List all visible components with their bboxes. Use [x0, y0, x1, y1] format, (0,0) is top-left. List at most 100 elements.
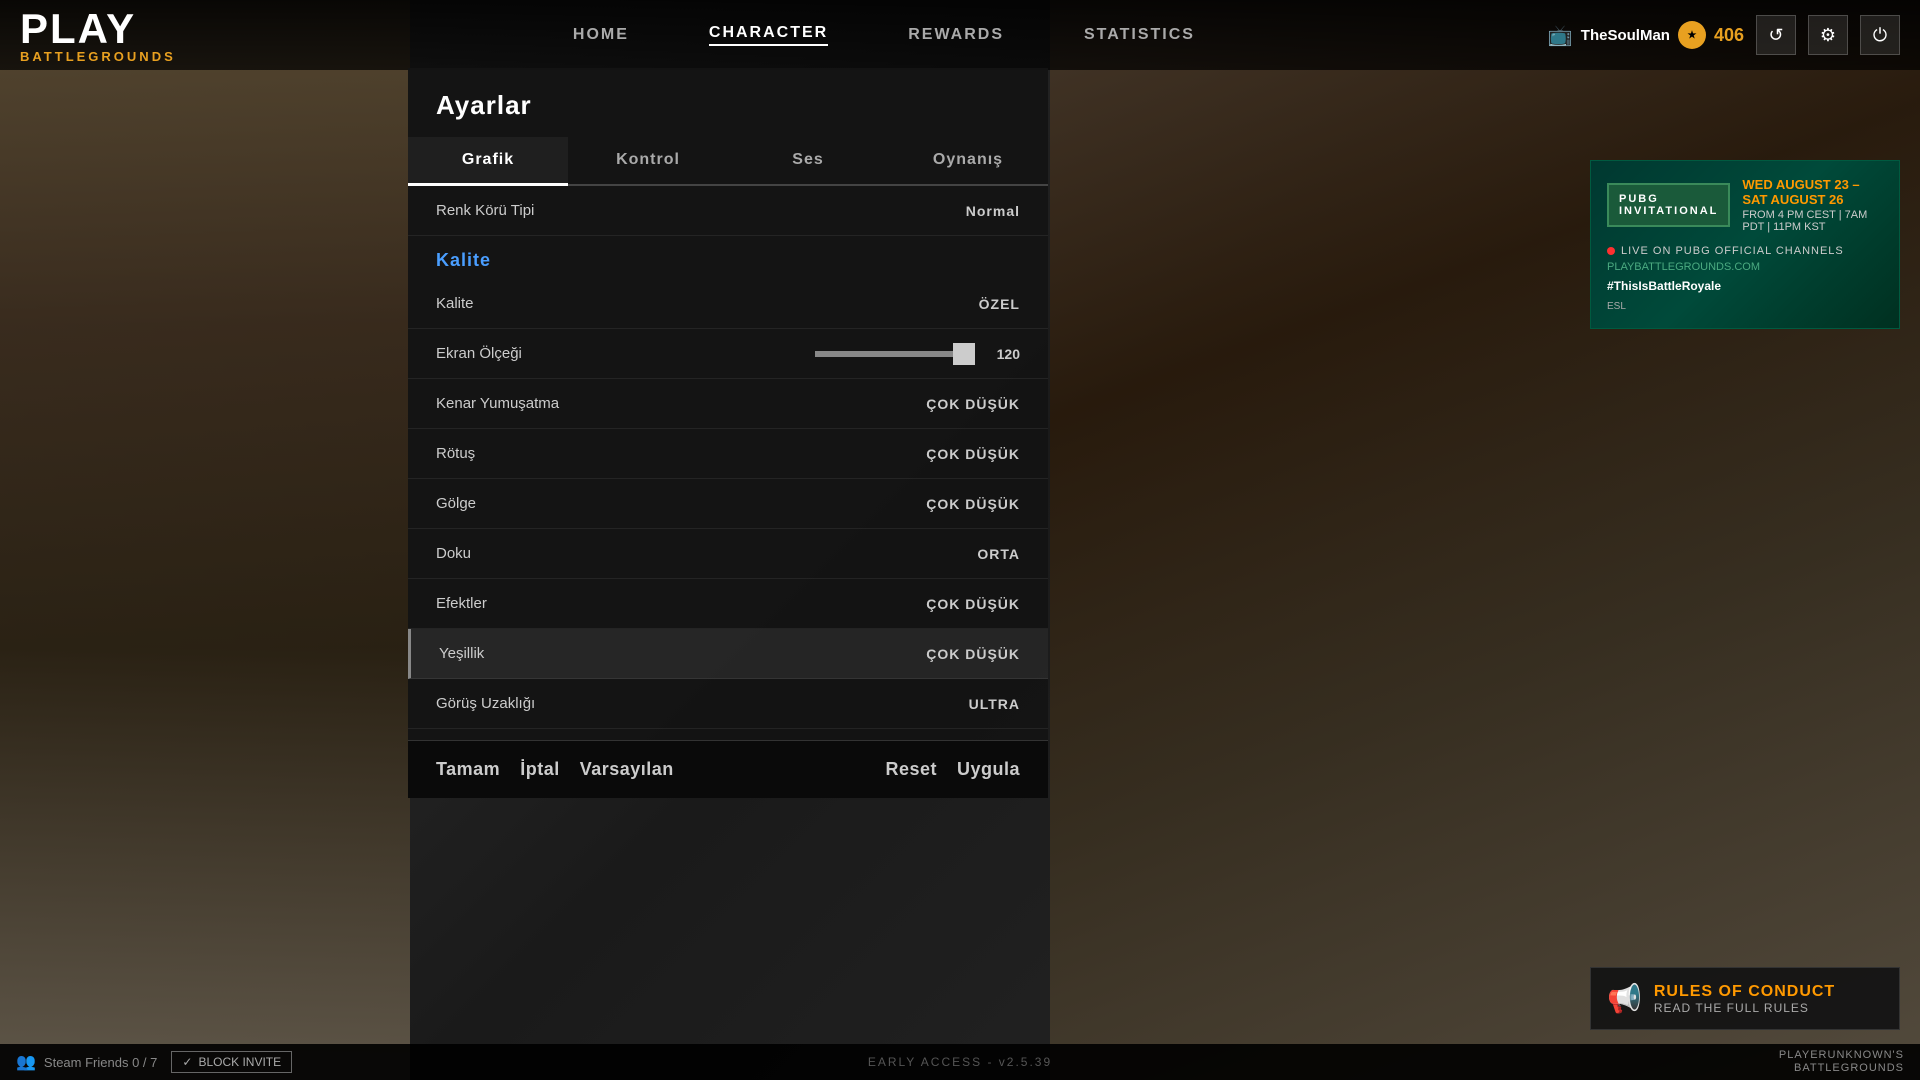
bp-icon: ★ — [1687, 30, 1696, 41]
power-icon: ⏻ — [1873, 25, 1887, 46]
block-invite-button[interactable]: ✓ BLOCK INVITE — [171, 1051, 292, 1073]
efektler-row: Efektler ÇOK DÜŞÜK — [408, 579, 1048, 629]
inv-live: LIVE ON PUBG OFFICIAL CHANNELS — [1607, 245, 1883, 257]
settings-title: Ayarlar — [408, 68, 1048, 137]
footer-left: Tamam İptal Varsayılan — [436, 759, 674, 780]
settings-panel: Ayarlar Grafik Kontrol Ses Oynanış Renk … — [408, 68, 1048, 798]
golge-row: Gölge ÇOK DÜŞÜK — [408, 479, 1048, 529]
doku-row: Doku ORTA — [408, 529, 1048, 579]
settings-tabs: Grafik Kontrol Ses Oynanış — [408, 137, 1048, 186]
renk-koru-row: Renk Körü Tipi Normal — [408, 186, 1048, 236]
inv-hashtag: #ThisIsBattleRoyale — [1607, 279, 1883, 293]
tab-grafik[interactable]: Grafik — [408, 137, 568, 186]
gorus-uzakligi-value[interactable]: ULTRA — [900, 696, 1020, 712]
checkmark-icon: ✓ — [182, 1055, 192, 1069]
efektler-value[interactable]: ÇOK DÜŞÜK — [900, 596, 1020, 612]
settings-content[interactable]: Renk Körü Tipi Normal Kalite Kalite ÖZEL… — [408, 186, 1048, 740]
rules-subtitle: READ THE FULL RULES — [1654, 1001, 1883, 1015]
logo-sub: BATTLEGROUNDS — [20, 50, 220, 63]
esl-badge: ESL — [1607, 301, 1883, 312]
hareket-izi-row: Hareket İzi — [408, 729, 1048, 740]
nav-rewards[interactable]: REWARDS — [908, 26, 1004, 44]
inv-date: WED AUGUST 23 – SAT AUGUST 26 — [1742, 177, 1883, 207]
yesillik-label: Yeşillik — [439, 645, 900, 662]
inv-details: WED AUGUST 23 – SAT AUGUST 26 FROM 4 PM … — [1742, 177, 1883, 233]
kalite-value[interactable]: ÖZEL — [900, 296, 1020, 312]
bp-badge: ★ — [1678, 21, 1706, 49]
power-button[interactable]: ⏻ — [1860, 15, 1900, 55]
slider-track — [815, 351, 975, 357]
nav-character[interactable]: CHARACTER — [709, 24, 828, 46]
tab-oynanis[interactable]: Oynanış — [888, 137, 1048, 186]
efektler-label: Efektler — [436, 595, 900, 612]
refresh-icon: ↺ — [1768, 25, 1783, 46]
version-text: EARLY ACCESS - v2.5.39 — [868, 1055, 1052, 1069]
kenar-yumusatma-value[interactable]: ÇOK DÜŞÜK — [900, 396, 1020, 412]
gear-icon: ⚙ — [1820, 25, 1836, 46]
doku-value[interactable]: ORTA — [900, 546, 1020, 562]
logo-area: PLAY BATTLEGROUNDS — [0, 8, 220, 63]
ekran-olcegi-value: 120 — [985, 346, 1020, 362]
settings-footer: Tamam İptal Varsayılan Reset Uygula — [408, 740, 1048, 798]
gorus-uzakligi-label: Görüş Uzaklığı — [436, 695, 900, 712]
kenar-yumusatma-row: Kenar Yumuşatma ÇOK DÜŞÜK — [408, 379, 1048, 429]
yesillik-row: Yeşillik ÇOK DÜŞÜK — [408, 629, 1048, 679]
ekran-olcegi-slider[interactable]: 120 — [815, 346, 1020, 362]
nav-statistics[interactable]: STATISTICS — [1084, 26, 1195, 44]
friends-icon: 👥 — [16, 1052, 36, 1072]
inv-live-text: LIVE ON PUBG OFFICIAL CHANNELS — [1621, 245, 1844, 257]
topbar: PLAY BATTLEGROUNDS HOME CHARACTER REWARD… — [0, 0, 1920, 70]
battlegrounds-logo-bottom: PLAYERUNKNOWN'SBATTLEGROUNDS — [1779, 1049, 1904, 1075]
bp-count: 406 — [1714, 25, 1744, 46]
golge-label: Gölge — [436, 495, 900, 512]
varsayilan-button[interactable]: Varsayılan — [580, 759, 674, 780]
esl-text: ESL — [1607, 301, 1626, 312]
right-panel: PUBGINVITATIONAL WED AUGUST 23 – SAT AUG… — [1590, 160, 1900, 345]
renk-koru-label: Renk Körü Tipi — [436, 202, 900, 219]
logo-play: PLAY — [20, 8, 220, 50]
bottom-logo-text: PLAYERUNKNOWN'SBATTLEGROUNDS — [1779, 1049, 1904, 1075]
slider-thumb — [953, 343, 975, 365]
pubg-inv-logo: PUBGINVITATIONAL — [1607, 183, 1730, 227]
inv-header: PUBGINVITATIONAL WED AUGUST 23 – SAT AUG… — [1607, 177, 1883, 233]
rules-text: RULES OF CONDUCT READ THE FULL RULES — [1654, 983, 1883, 1015]
block-invite-label: BLOCK INVITE — [198, 1055, 281, 1069]
nav-right: 📺 TheSoulMan ★ 406 ↺ ⚙ ⏻ — [1548, 15, 1920, 55]
kalite-section-header: Kalite — [408, 236, 1048, 279]
megaphone-icon: 📢 — [1607, 982, 1642, 1015]
rules-title: RULES OF CONDUCT — [1654, 983, 1883, 1001]
bottom-bar: 👥 Steam Friends 0 / 7 ✓ BLOCK INVITE EAR… — [0, 1044, 1920, 1080]
pubg-inv-text: PUBGINVITATIONAL — [1619, 193, 1718, 217]
reset-button[interactable]: Reset — [885, 759, 937, 780]
rules-banner[interactable]: 📢 RULES OF CONDUCT READ THE FULL RULES — [1590, 967, 1900, 1030]
kalite-label: Kalite — [436, 295, 900, 312]
username: TheSoulMan — [1581, 27, 1670, 44]
gorus-uzakligi-row: Görüş Uzaklığı ULTRA — [408, 679, 1048, 729]
rotus-row: Rötuş ÇOK DÜŞÜK — [408, 429, 1048, 479]
kenar-yumusatma-label: Kenar Yumuşatma — [436, 395, 900, 412]
renk-koru-value[interactable]: Normal — [900, 203, 1020, 219]
golge-value[interactable]: ÇOK DÜŞÜK — [900, 496, 1020, 512]
user-info: 📺 TheSoulMan ★ 406 — [1548, 21, 1744, 49]
doku-label: Doku — [436, 545, 900, 562]
bg-left — [0, 0, 410, 1080]
tab-kontrol[interactable]: Kontrol — [568, 137, 728, 186]
yesillik-value[interactable]: ÇOK DÜŞÜK — [900, 646, 1020, 662]
nav-home[interactable]: HOME — [573, 26, 629, 44]
main-nav: HOME CHARACTER REWARDS STATISTICS — [220, 24, 1548, 46]
uygula-button[interactable]: Uygula — [957, 759, 1020, 780]
friends-text: Steam Friends 0 / 7 — [44, 1055, 157, 1070]
refresh-button[interactable]: ↺ — [1756, 15, 1796, 55]
tamam-button[interactable]: Tamam — [436, 759, 500, 780]
ekran-olcegi-label: Ekran Ölçeği — [436, 345, 815, 362]
inv-time: FROM 4 PM CEST | 7AM PDT | 11PM KST — [1742, 209, 1883, 233]
settings-button[interactable]: ⚙ — [1808, 15, 1848, 55]
tab-ses[interactable]: Ses — [728, 137, 888, 186]
iptal-button[interactable]: İptal — [520, 759, 560, 780]
live-dot — [1607, 247, 1615, 255]
pubg-invitational-banner: PUBGINVITATIONAL WED AUGUST 23 – SAT AUG… — [1590, 160, 1900, 329]
slider-fill — [815, 351, 959, 357]
rotus-value[interactable]: ÇOK DÜŞÜK — [900, 446, 1020, 462]
kalite-row: Kalite ÖZEL — [408, 279, 1048, 329]
footer-right: Reset Uygula — [885, 759, 1020, 780]
